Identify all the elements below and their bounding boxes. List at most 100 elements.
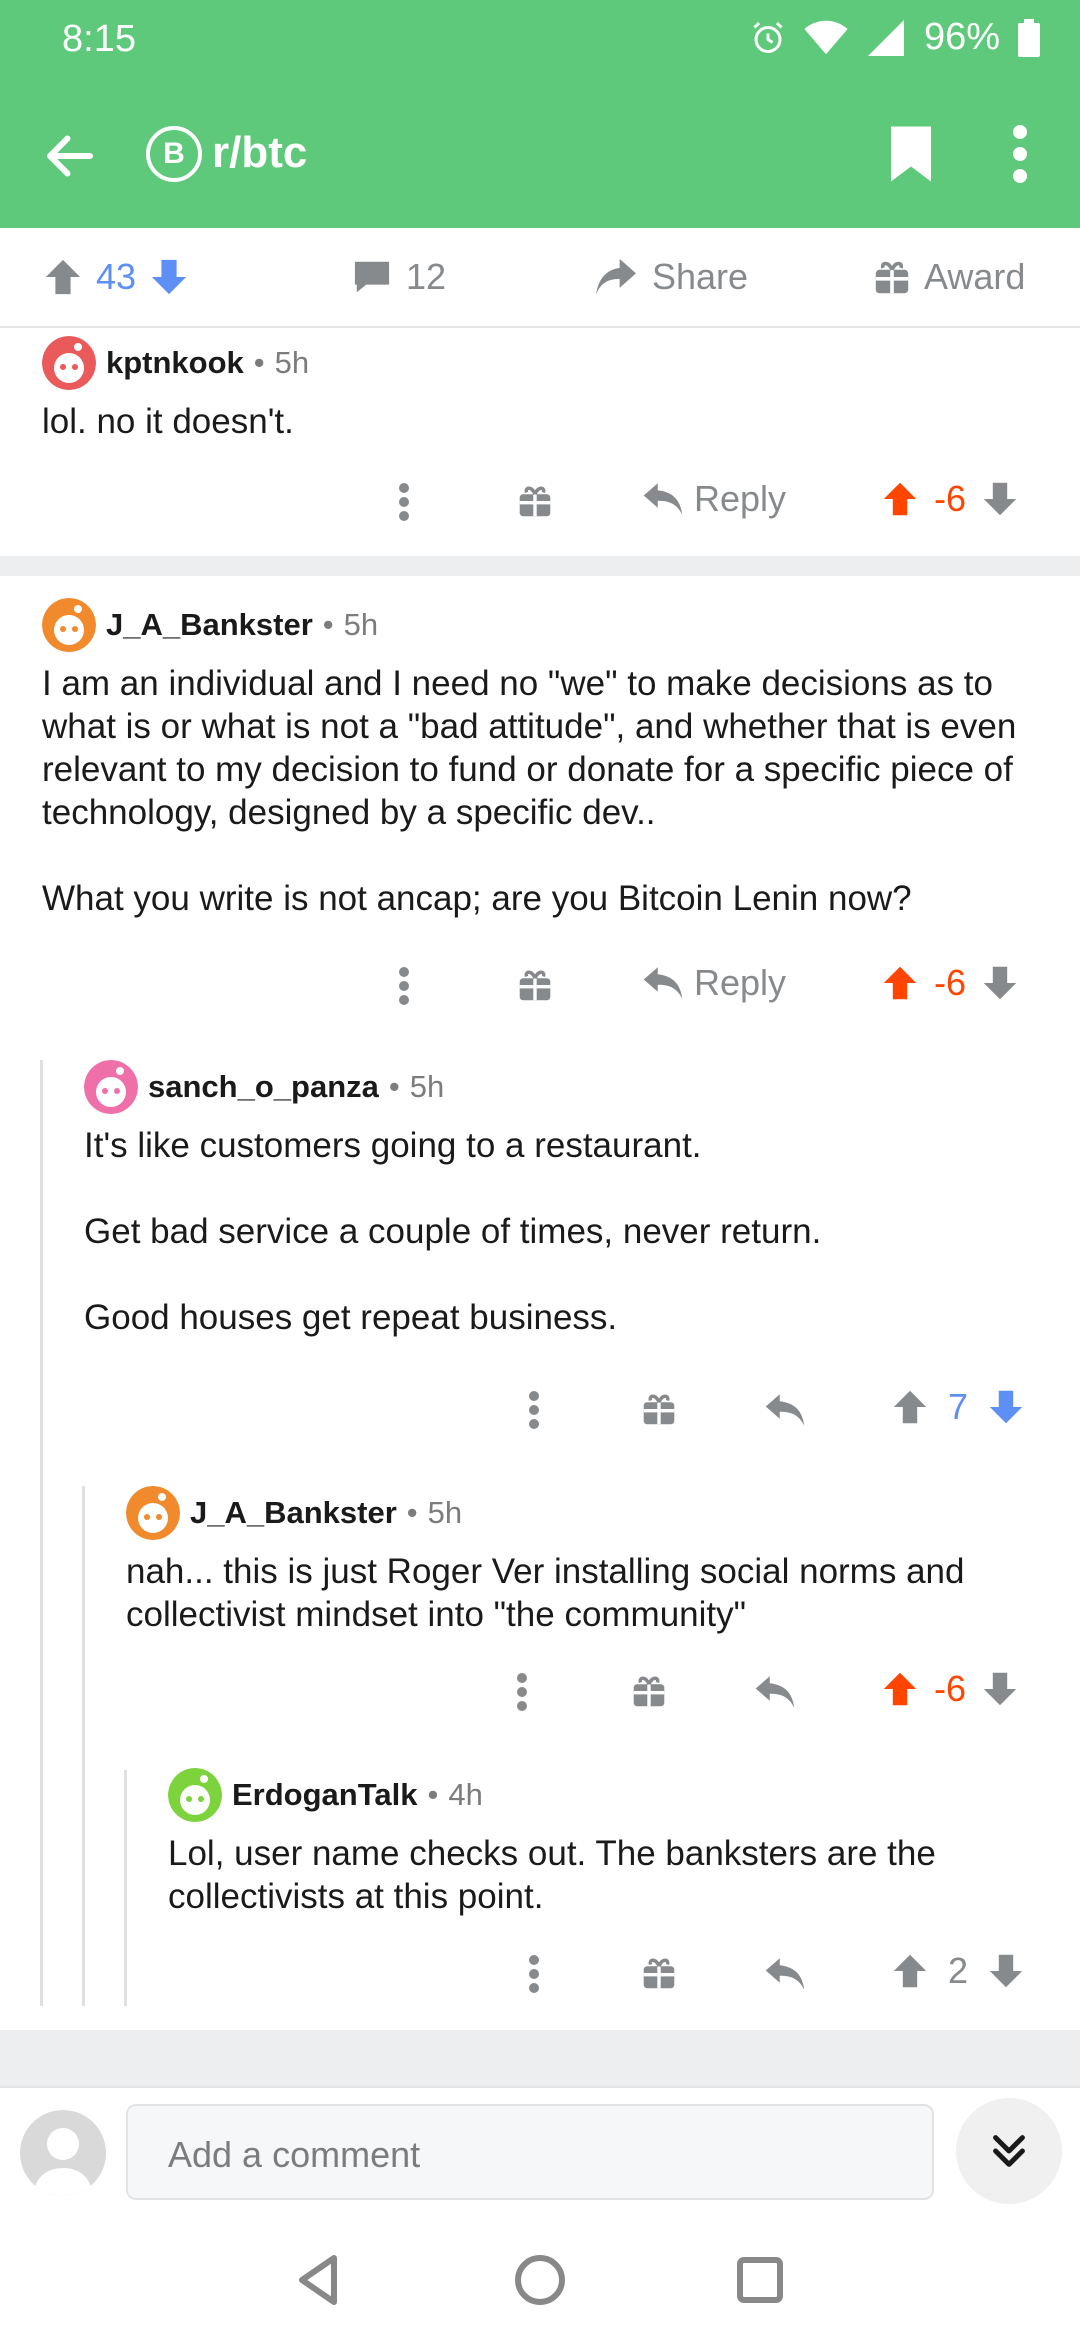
- battery-percent: 96%: [923, 16, 1000, 58]
- more-vert-icon[interactable]: [516, 1672, 528, 1712]
- upvote-icon[interactable]: [44, 257, 82, 297]
- thread-line[interactable]: [82, 1486, 85, 2006]
- toolbar: B r/btc: [0, 100, 1080, 210]
- avatar[interactable]: [168, 1768, 222, 1822]
- subreddit-icon[interactable]: B: [146, 126, 202, 182]
- comment-header: J_A_Bankster • 5h: [126, 1486, 462, 1540]
- reply-icon[interactable]: [764, 1956, 806, 1992]
- avatar[interactable]: [42, 336, 96, 390]
- status-time: 8:15: [62, 18, 136, 60]
- separator-dot: •: [322, 607, 334, 642]
- comment-score: -6: [934, 478, 967, 519]
- more-vert-icon[interactable]: [528, 1390, 540, 1430]
- comment-author[interactable]: J_A_Bankster: [190, 1495, 397, 1531]
- signal-icon: [867, 19, 904, 56]
- downvote-icon[interactable]: [982, 964, 1018, 1002]
- award-label: Award: [924, 256, 1026, 297]
- comment-body: nah... this is just Roger Ver installing…: [126, 1550, 1056, 1636]
- downvote-icon[interactable]: [982, 480, 1018, 518]
- avatar[interactable]: [84, 1060, 138, 1114]
- comment-body: It's like customers going to a restauran…: [84, 1124, 1054, 1339]
- comment-actions: Reply -6: [0, 474, 1080, 534]
- more-vert-icon[interactable]: [528, 1954, 540, 1994]
- upvote-icon[interactable]: [892, 1388, 928, 1426]
- comment-text: It's like customers going to a restauran…: [84, 1126, 702, 1165]
- upvote-icon[interactable]: [882, 1670, 918, 1708]
- gift-icon[interactable]: [518, 484, 552, 518]
- collapse-comments-button[interactable]: [956, 2098, 1062, 2204]
- avatar[interactable]: [126, 1486, 180, 1540]
- post-score: 43: [96, 256, 137, 297]
- comment-score: 7: [948, 1386, 969, 1427]
- list-end-spacer: [0, 2030, 1080, 2086]
- downvote-icon[interactable]: [988, 1952, 1024, 1990]
- more-vert-icon[interactable]: [1000, 124, 1040, 184]
- comment-header: kptnkook • 5h: [42, 336, 309, 390]
- gift-icon[interactable]: [632, 1674, 666, 1708]
- nav-recents-icon[interactable]: [730, 2250, 790, 2310]
- gift-icon[interactable]: [642, 1392, 676, 1426]
- award-button[interactable]: Award: [874, 256, 1025, 298]
- share-button[interactable]: Share: [594, 256, 748, 298]
- reply-button[interactable]: Reply: [642, 962, 786, 1004]
- upvote-icon[interactable]: [892, 1952, 928, 1990]
- user-avatar[interactable]: [20, 2110, 106, 2196]
- comment-vote: 2: [892, 1950, 1024, 1992]
- comment-author[interactable]: sanch_o_panza: [148, 1069, 379, 1105]
- comment-text: I am an individual and I need no "we" to…: [42, 664, 1017, 832]
- status-bar: 8:15 96%: [0, 0, 1080, 80]
- nav-back-icon[interactable]: [290, 2250, 350, 2310]
- reply-icon: [643, 483, 683, 515]
- comments-count-button[interactable]: 12: [352, 256, 446, 298]
- more-vert-icon[interactable]: [398, 966, 410, 1006]
- separator-dot: •: [427, 1777, 439, 1812]
- thread-line[interactable]: [40, 1060, 43, 2006]
- downvote-icon[interactable]: [982, 1670, 1018, 1708]
- comment-age: 5h: [343, 607, 379, 642]
- comment-author[interactable]: J_A_Bankster: [106, 607, 313, 643]
- reply-icon[interactable]: [764, 1392, 806, 1428]
- downvote-icon[interactable]: [988, 1388, 1024, 1426]
- nav-home-icon[interactable]: [510, 2250, 570, 2310]
- reply-icon[interactable]: [754, 1674, 796, 1710]
- comment-age: 4h: [448, 1777, 483, 1812]
- comment-author[interactable]: ErdoganTalk: [232, 1777, 417, 1813]
- comment-actions: 2: [0, 1946, 1080, 2006]
- share-label: Share: [652, 256, 749, 297]
- reply-label: Reply: [694, 478, 787, 519]
- comment-text: lol. no it doesn't.: [42, 402, 294, 441]
- bookmark-icon[interactable]: [886, 124, 936, 184]
- more-vert-icon[interactable]: [398, 482, 410, 522]
- comment-vote: -6: [882, 1668, 1018, 1710]
- add-comment-input[interactable]: Add a comment: [126, 2104, 934, 2200]
- comment-score: 2: [948, 1950, 969, 1991]
- comment-actions: Reply -6: [0, 958, 1080, 1018]
- comment-compose-bar: Add a comment: [0, 2086, 1080, 2216]
- comment-vote: 7: [892, 1386, 1024, 1428]
- comment-actions: 7: [0, 1382, 1080, 1442]
- comment-text: What you write is not ancap; are you Bit…: [42, 879, 912, 918]
- arrow-left-icon[interactable]: [40, 126, 100, 186]
- upvote-icon[interactable]: [882, 480, 918, 518]
- separator-dot: •: [406, 1495, 418, 1530]
- gift-icon[interactable]: [642, 1956, 676, 1990]
- comment-text: Get bad service a couple of times, never…: [84, 1212, 822, 1251]
- comment-body: lol. no it doesn't.: [42, 400, 1042, 443]
- comments-count: 12: [406, 256, 447, 297]
- upvote-icon[interactable]: [882, 964, 918, 1002]
- downvote-icon[interactable]: [150, 257, 188, 297]
- gift-icon: [875, 261, 909, 294]
- comment-divider: [0, 556, 1080, 576]
- comment-header: ErdoganTalk • 4h: [168, 1768, 483, 1822]
- post-vote: 43: [44, 256, 188, 298]
- comment-text: Lol, user name checks out. The banksters…: [168, 1834, 936, 1916]
- gift-icon[interactable]: [518, 968, 552, 1002]
- comment-vote: -6: [882, 478, 1018, 520]
- comment-actions: -6: [0, 1664, 1080, 1724]
- avatar[interactable]: [42, 598, 96, 652]
- subreddit-name[interactable]: r/btc: [212, 128, 307, 178]
- share-icon: [596, 258, 636, 296]
- comment-body: I am an individual and I need no "we" to…: [42, 662, 1052, 920]
- reply-button[interactable]: Reply: [642, 478, 786, 520]
- comment-author[interactable]: kptnkook: [106, 345, 244, 381]
